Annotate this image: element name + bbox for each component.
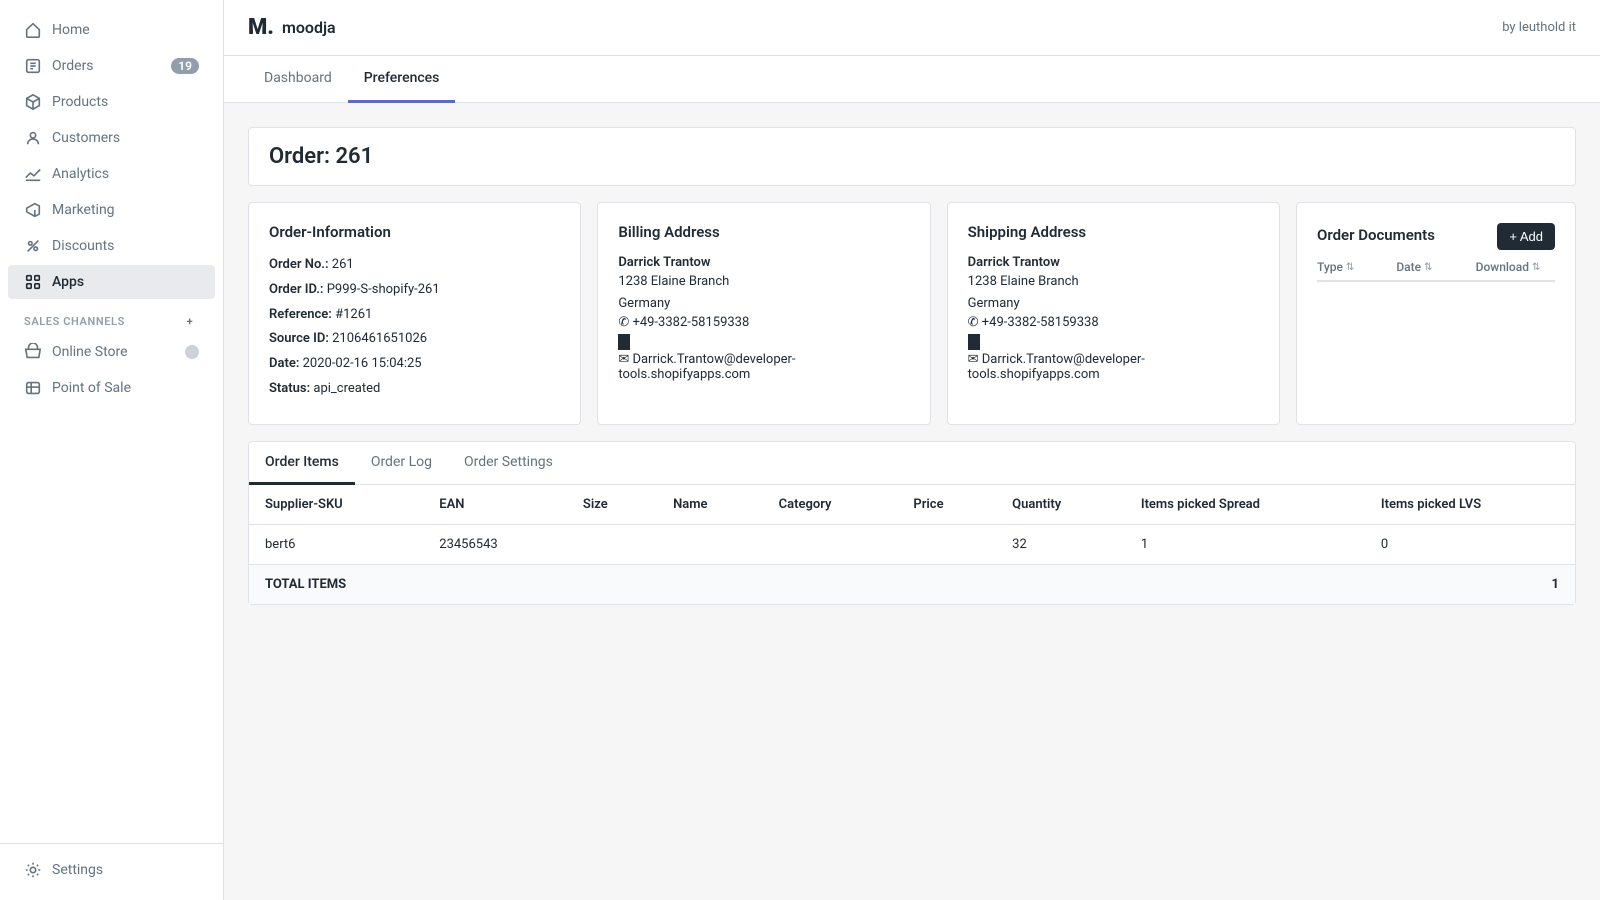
sidebar-item-point-of-sale[interactable]: Point of Sale (8, 371, 215, 405)
sidebar-item-online-store[interactable]: Online Store (8, 335, 215, 369)
sidebar-item-apps[interactable]: Apps (8, 265, 215, 299)
content-area: Order: 261 Order-Information Order No.: … (224, 103, 1600, 900)
shipping-name: Darrick Trantow (968, 255, 1259, 270)
online-store-badge (185, 345, 199, 359)
sidebar: Home Orders 19 Products Customers Analyt… (0, 0, 224, 900)
sidebar-item-home[interactable]: Home (8, 13, 215, 47)
sidebar-item-analytics[interactable]: Analytics (8, 157, 215, 191)
sidebar-item-products[interactable]: Products (8, 85, 215, 119)
orders-icon (24, 57, 42, 75)
documents-title: Order Documents (1317, 226, 1435, 244)
sidebar-item-settings[interactable]: Settings (8, 853, 215, 887)
col-ean: EAN (423, 485, 567, 525)
documents-table-header: Type ⇅ Date ⇅ Download ⇅ (1317, 260, 1555, 282)
type-sort-icon: ⇅ (1346, 262, 1354, 273)
home-icon (24, 21, 42, 39)
order-items-table: Supplier-SKU EAN Size Name Category Pric… (249, 485, 1575, 564)
order-tabs-section: Order Items Order Log Order Settings Sup… (248, 441, 1576, 605)
app-logo: M. moodja (248, 15, 336, 40)
topbar: M. moodja by leuthold it (224, 0, 1600, 56)
store-icon (24, 343, 42, 361)
order-info-card: Order-Information Order No.: 261 Order I… (248, 202, 581, 425)
totals-label: TOTAL ITEMS (265, 577, 346, 592)
totals-row: TOTAL ITEMS 1 (249, 564, 1575, 604)
tab-order-settings[interactable]: Order Settings (448, 442, 569, 485)
doc-col-type: Type ⇅ (1317, 260, 1392, 274)
col-supplier-sku: Supplier-SKU (249, 485, 423, 525)
shipping-phone: ✆ +49-3382-58159338 (968, 315, 1259, 330)
shipping-country: Germany (968, 294, 1259, 314)
subnav-preferences[interactable]: Preferences (348, 56, 456, 103)
order-tabs: Order Items Order Log Order Settings (249, 442, 1575, 485)
date-row: Date: 2020-02-16 15:04:25 (269, 354, 560, 375)
reference-row: Reference: #1261 (269, 305, 560, 326)
col-name: Name (657, 485, 763, 525)
order-no-row: Order No.: 261 (269, 255, 560, 276)
shipping-email: ✉ Darrick.Trantow@developer-tools.shopif… (968, 352, 1259, 382)
col-items-spread: Items picked Spread (1125, 485, 1365, 525)
download-sort-icon: ⇅ (1532, 262, 1540, 273)
apps-icon (24, 273, 42, 291)
col-price: Price (897, 485, 996, 525)
shipping-title: Shipping Address (968, 223, 1259, 241)
col-items-lvs: Items picked LVS (1365, 485, 1575, 525)
order-items-tbody: bert6234565433210 (249, 524, 1575, 564)
billing-title: Billing Address (618, 223, 909, 241)
page-header: Order: 261 (248, 127, 1576, 186)
main-content: M. moodja by leuthold it Dashboard Prefe… (224, 0, 1600, 900)
tab-order-items[interactable]: Order Items (249, 442, 355, 485)
billing-name: Darrick Trantow (618, 255, 909, 270)
table-row: bert6234565433210 (249, 524, 1575, 564)
doc-col-download: Download ⇅ (1476, 260, 1551, 274)
col-quantity: Quantity (996, 485, 1125, 525)
sales-channels-label: SALES CHANNELS + (8, 300, 215, 334)
billing-address-card: Billing Address Darrick Trantow 1238 Ela… (597, 202, 930, 425)
tab-order-log[interactable]: Order Log (355, 442, 448, 485)
billing-icon-square (618, 334, 630, 350)
app-name: moodja (282, 18, 336, 37)
customers-icon (24, 129, 42, 147)
subnav: Dashboard Preferences (224, 56, 1600, 103)
col-size: Size (567, 485, 657, 525)
shipping-address1: 1238 Elaine Branch (968, 272, 1259, 292)
shipping-icon-block (968, 334, 1259, 350)
logo-letter: M. (248, 15, 274, 40)
sidebar-item-marketing[interactable]: Marketing (8, 193, 215, 227)
products-icon (24, 93, 42, 111)
documents-header-row: Order Documents + Add (1317, 223, 1555, 260)
shipping-icon-square (968, 334, 980, 350)
marketing-icon (24, 201, 42, 219)
billing-icon-block (618, 334, 909, 350)
table-header-row: Supplier-SKU EAN Size Name Category Pric… (249, 485, 1575, 525)
sidebar-item-orders[interactable]: Orders 19 (8, 49, 215, 83)
pos-icon (24, 379, 42, 397)
status-row: Status: api_created (269, 379, 560, 400)
shipping-address-card: Shipping Address Darrick Trantow 1238 El… (947, 202, 1280, 425)
billing-email: ✉ Darrick.Trantow@developer-tools.shopif… (618, 352, 909, 382)
billing-phone: ✆ +49-3382-58159338 (618, 315, 909, 330)
order-id-row: Order ID.: P999-S-shopify-261 (269, 280, 560, 301)
order-documents-card: Order Documents + Add Type ⇅ Date ⇅ Down… (1296, 202, 1576, 425)
sidebar-item-customers[interactable]: Customers (8, 121, 215, 155)
doc-col-date: Date ⇅ (1396, 260, 1471, 274)
settings-icon (24, 861, 42, 879)
orders-badge: 19 (171, 58, 199, 74)
add-document-button[interactable]: + Add (1497, 223, 1555, 250)
source-id-row: Source ID: 2106461651026 (269, 329, 560, 350)
sidebar-item-discounts[interactable]: Discounts (8, 229, 215, 263)
billing-address1: 1238 Elaine Branch (618, 272, 909, 292)
billing-country: Germany (618, 294, 909, 314)
order-info-title: Order-Information (269, 223, 560, 241)
totals-value: 1 (1552, 577, 1559, 592)
info-cards-row: Order-Information Order No.: 261 Order I… (248, 202, 1576, 425)
discounts-icon (24, 237, 42, 255)
add-sales-channel-button[interactable]: + (181, 312, 199, 330)
col-category: Category (763, 485, 898, 525)
topbar-by-text: by leuthold it (1502, 20, 1576, 35)
page-title: Order: 261 (269, 144, 1555, 169)
analytics-icon (24, 165, 42, 183)
subnav-dashboard[interactable]: Dashboard (248, 56, 348, 103)
date-sort-icon: ⇅ (1424, 262, 1432, 273)
